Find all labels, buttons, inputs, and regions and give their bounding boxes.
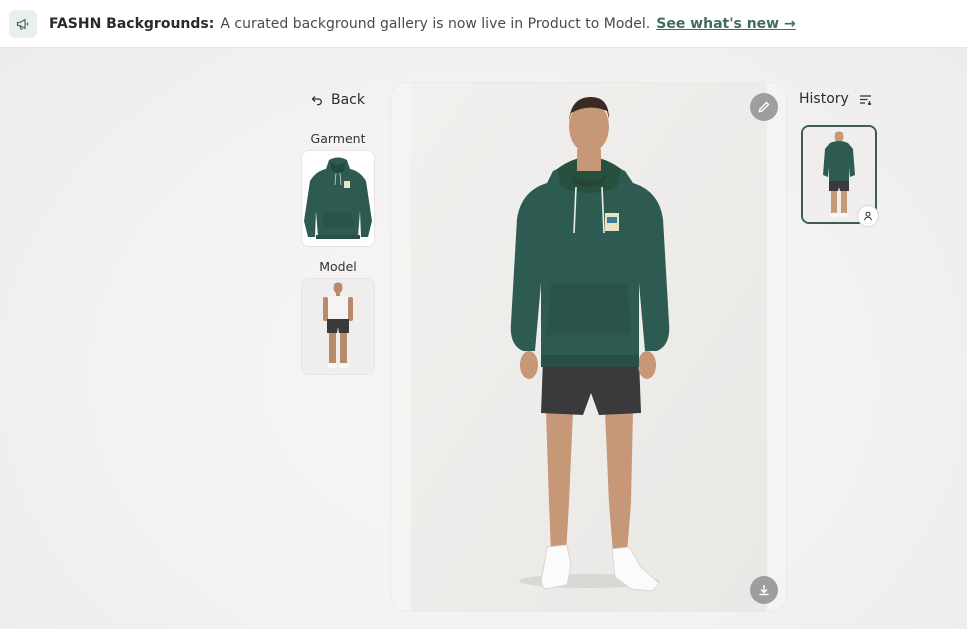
history-header: History	[799, 91, 872, 107]
banner-title: FASHN Backgrounds:	[49, 15, 215, 32]
person-icon	[864, 211, 872, 221]
undo-arrow-icon	[311, 96, 322, 106]
model-label: Model	[319, 259, 357, 274]
model-thumbnail[interactable]	[302, 279, 374, 374]
model-image	[302, 279, 374, 374]
back-label: Back	[331, 92, 365, 108]
announcement-banner: FASHN Backgrounds: A curated background …	[0, 0, 967, 48]
pencil-icon	[758, 101, 770, 113]
result-viewer	[391, 83, 786, 611]
garment-thumbnail[interactable]	[302, 151, 374, 246]
list-filter-icon[interactable]	[859, 94, 872, 105]
edit-button[interactable]	[750, 93, 778, 121]
result-image[interactable]	[411, 83, 767, 611]
megaphone-icon	[9, 9, 37, 38]
back-button[interactable]: Back	[311, 92, 365, 108]
history-title: History	[799, 91, 849, 107]
download-icon	[759, 585, 769, 596]
model-badge	[858, 206, 878, 226]
see-whats-new-link[interactable]: See what's new →	[656, 16, 795, 32]
hoodie-image	[302, 151, 374, 246]
banner-text: A curated background gallery is now live…	[220, 15, 651, 32]
garment-label: Garment	[310, 131, 366, 146]
download-button[interactable]	[750, 576, 778, 604]
